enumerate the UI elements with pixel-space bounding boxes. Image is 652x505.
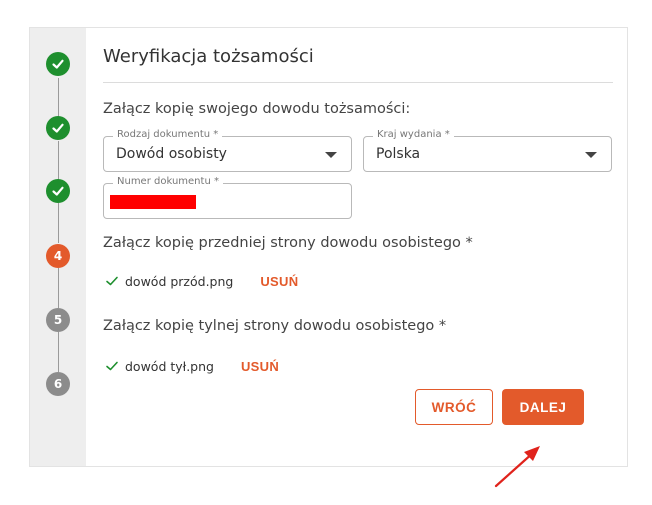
step-4: 4 [46,244,70,268]
front-file-name: dowód przód.png [125,273,234,289]
issuing-country-label: Kraj wydania * [373,129,454,140]
stepper: 4 5 6 [30,28,86,466]
step-5: 5 [46,308,70,332]
back-button[interactable]: WRÓĆ [415,389,493,425]
back-file-name: dowód tył.png [125,358,214,374]
step-connector [58,78,59,118]
document-type-select[interactable]: Rodzaj dokumentu * Dowód osobisty [103,129,352,172]
issuing-country-value: Polska [376,146,421,162]
caret-down-icon [585,152,597,158]
front-upload-label: Załącz kopię przedniej strony dowodu oso… [103,235,473,251]
next-button[interactable]: DALEJ [502,389,584,425]
step-3 [46,179,70,203]
check-icon [106,276,118,286]
step-connector [58,203,59,243]
document-type-value: Dowód osobisty [116,146,227,162]
step-number: 5 [53,313,63,327]
check-icon [106,361,118,371]
step-number: 6 [53,377,63,391]
title-divider [103,82,613,83]
redaction-bar [110,195,196,209]
remove-front-button[interactable]: USUŃ [260,274,298,289]
step-connector [58,141,59,181]
caret-down-icon [325,152,337,158]
remove-back-button[interactable]: USUŃ [241,359,279,374]
back-file-row: dowód tył.png USUŃ [105,357,279,375]
step-connector [58,332,59,372]
step-2 [46,116,70,140]
back-upload-label: Załącz kopię tylnej strony dowodu osobis… [103,318,447,334]
issuing-country-select[interactable]: Kraj wydania * Polska [363,129,612,172]
step-1 [46,52,70,76]
check-icon [52,59,64,69]
document-number-label: Numer dokumentu * [113,176,223,187]
form-subtitle: Załącz kopię swojego dowodu tożsamości: [103,101,411,117]
step-6: 6 [46,372,70,396]
step-connector [58,268,59,308]
check-icon [52,186,64,196]
document-type-label: Rodzaj dokumentu * [113,129,223,140]
page-title: Weryfikacja tożsamości [103,46,314,67]
front-file-row: dowód przód.png USUŃ [105,272,298,290]
check-icon [52,123,64,133]
document-number-input[interactable]: Numer dokumentu * [103,176,352,219]
step-number: 4 [53,249,63,263]
arrow-icon [494,446,540,488]
